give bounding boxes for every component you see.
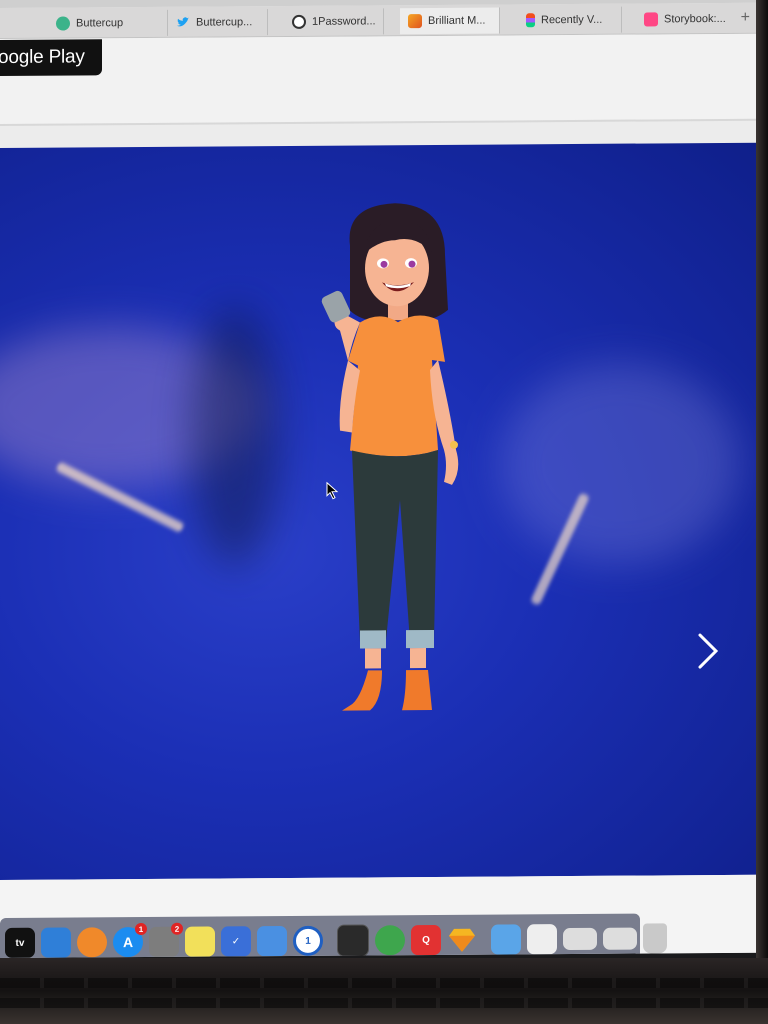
things-icon[interactable]: ✓: [221, 926, 251, 957]
tab-title: Buttercup: [76, 17, 124, 30]
new-tab-button[interactable]: +: [741, 9, 750, 27]
key-row: [0, 998, 768, 1008]
brilliant-icon: [408, 14, 422, 29]
carousel-next-icon[interactable]: [692, 631, 722, 671]
google-play-badge[interactable]: oogle Play: [0, 39, 102, 76]
trash-icon[interactable]: [643, 923, 667, 954]
tab-storybook[interactable]: Storybook:...: [636, 6, 736, 33]
app-store-badge: 1: [135, 922, 147, 936]
tab-title: 1Password...: [312, 15, 376, 28]
quip-icon[interactable]: Q: [411, 924, 441, 956]
tab-title: Brilliant M...: [428, 14, 486, 28]
tab-title: Buttercup...: [196, 16, 253, 29]
system-preferences-badge: 2: [171, 922, 183, 935]
folder-icon[interactable]: [491, 924, 521, 955]
stickies-icon[interactable]: [185, 926, 215, 957]
app-store-icon[interactable]: A 1: [113, 922, 147, 958]
window-icon-2[interactable]: [603, 927, 637, 950]
storybook-icon: [644, 12, 658, 27]
page-header: [0, 33, 758, 124]
window-icon[interactable]: [563, 927, 597, 951]
buttercup-icon: [56, 16, 70, 31]
preview-doc-icon[interactable]: [527, 924, 557, 955]
xcode-icon[interactable]: [41, 927, 71, 958]
twitter-icon: [176, 16, 190, 30]
android-studio-icon[interactable]: [375, 925, 405, 956]
system-preferences-icon[interactable]: 2: [149, 922, 183, 957]
tab-figma[interactable]: Recently V...: [518, 6, 622, 34]
hero-banner: [0, 142, 758, 880]
dock: tv A 1 2 ✓ 1 Q: [0, 913, 667, 959]
woman-illustration: [321, 203, 459, 711]
tab-brilliant[interactable]: Brilliant M...: [400, 7, 500, 35]
screen-bezel: [756, 0, 768, 1024]
1password-label: 1: [305, 935, 311, 947]
apple-tv-icon[interactable]: tv: [5, 927, 35, 958]
activity-monitor-icon[interactable]: [337, 924, 369, 957]
tab-title: Recently V...: [541, 13, 603, 27]
apple-tv-label: tv: [15, 937, 25, 949]
tab-title: Storybook:...: [664, 12, 726, 26]
laptop-keyboard: [0, 958, 768, 1024]
screen: Buttercup Buttercup... 1Password... Bril…: [0, 0, 758, 959]
books-icon[interactable]: [77, 927, 107, 958]
mouse-cursor-icon: [326, 481, 339, 500]
reflection-glare-2: [500, 362, 740, 565]
sketch-icon[interactable]: [447, 925, 477, 955]
figma-icon: [526, 13, 535, 28]
tab-twitter[interactable]: Buttercup...: [168, 9, 268, 36]
bookmark-app-icon[interactable]: [257, 925, 287, 957]
google-play-text: oogle Play: [0, 46, 85, 69]
key-row: [0, 978, 768, 988]
1password-dock-icon[interactable]: 1: [293, 925, 323, 956]
1password-icon: [292, 14, 306, 29]
tab-buttercup[interactable]: Buttercup: [48, 9, 168, 37]
quip-label: Q: [422, 934, 430, 946]
reflection-shadow: [190, 306, 280, 567]
tab-1password[interactable]: 1Password...: [284, 8, 384, 36]
